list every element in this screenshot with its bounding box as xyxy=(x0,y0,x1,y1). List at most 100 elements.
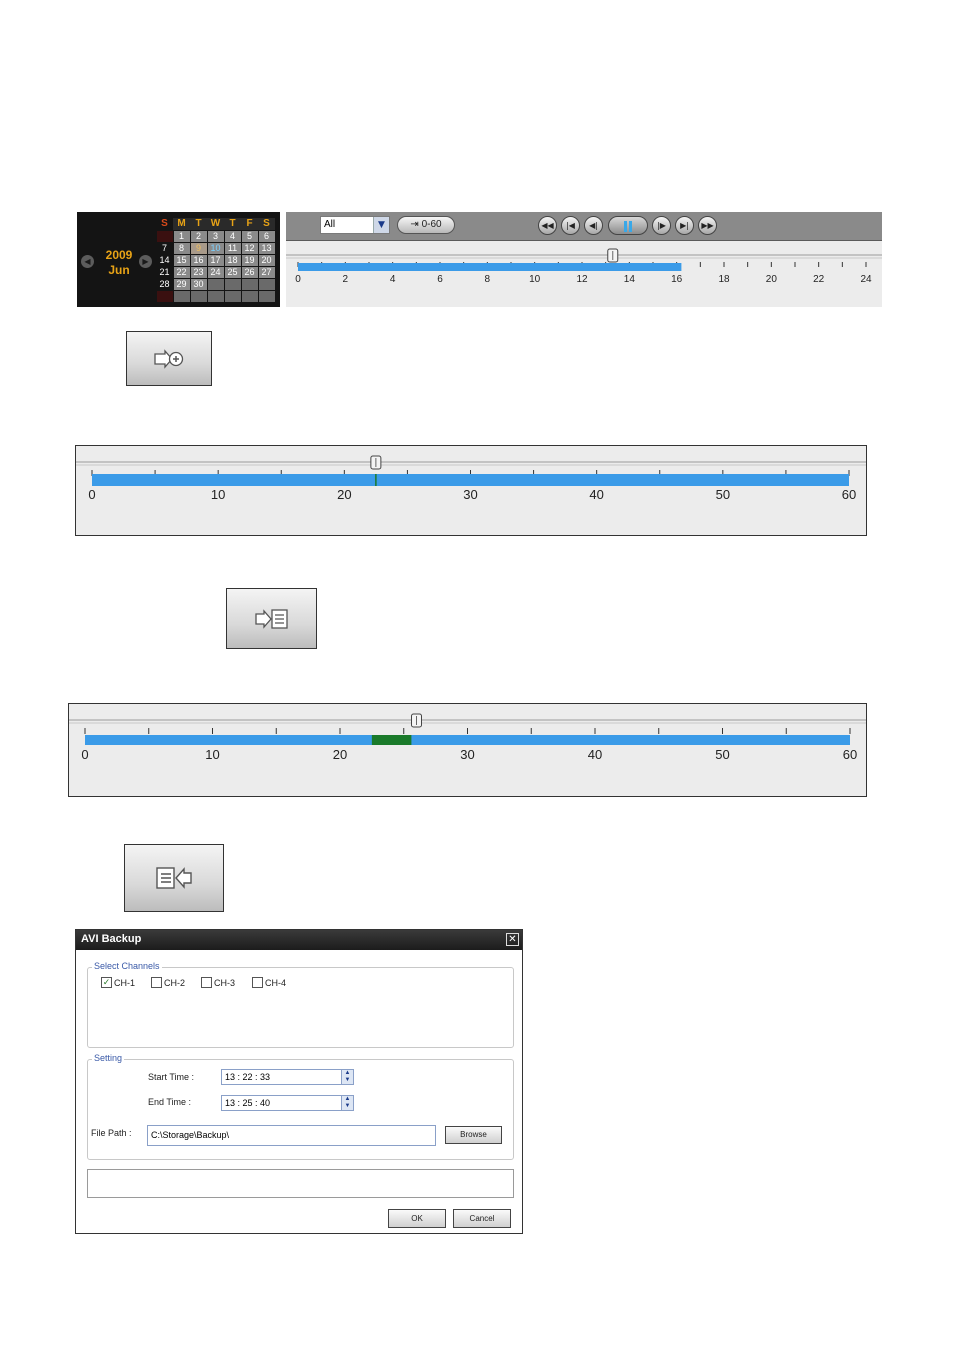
fast-forward-button[interactable]: ▶▶ xyxy=(698,216,717,235)
timeline-label: 10 xyxy=(529,274,541,285)
calendar-day-empty xyxy=(224,278,241,290)
pause-icon xyxy=(624,221,627,232)
backup-button[interactable] xyxy=(124,844,224,912)
end-time-input[interactable]: 13 : 25 : 40 ▲ ▼ xyxy=(221,1095,354,1111)
pause-button[interactable] xyxy=(608,216,648,235)
mark-in-button[interactable] xyxy=(126,331,212,386)
chevron-down-icon[interactable]: ▼ xyxy=(373,217,389,233)
timeline-label: 20 xyxy=(337,487,351,502)
timeline-recorded-bar xyxy=(298,263,682,271)
calendar-day-13[interactable]: 13 xyxy=(258,242,275,254)
calendar-day-14[interactable]: 14 xyxy=(156,254,173,266)
backup-icon xyxy=(156,867,192,889)
calendar-day-18[interactable]: 18 xyxy=(224,254,241,266)
browse-button[interactable]: Browse xyxy=(445,1126,502,1144)
prev-month-icon[interactable]: ◀ xyxy=(81,255,94,268)
calendar-day-29[interactable]: 29 xyxy=(173,278,190,290)
calendar-year: 2009 xyxy=(105,248,133,262)
timeline-label: 0 xyxy=(295,274,301,285)
calendar-day-6[interactable]: 6 xyxy=(258,230,275,242)
weekday-header: S xyxy=(156,218,173,230)
timeline-label: 50 xyxy=(716,487,730,502)
calendar-day-20[interactable]: 20 xyxy=(258,254,275,266)
timeline-a-track[interactable]: 0 10 20 30 40 50 60 xyxy=(76,446,866,535)
calendar-day-empty xyxy=(224,290,241,302)
step-forward-icon: |▶ xyxy=(657,221,666,230)
next-month-icon[interactable]: ▶ xyxy=(139,255,152,268)
calendar-day-23[interactable]: 23 xyxy=(190,266,207,278)
calendar-day-17[interactable]: 17 xyxy=(207,254,224,266)
calendar-day-1[interactable]: 1 xyxy=(173,230,190,242)
calendar-day-empty xyxy=(156,290,173,302)
calendar-day-22[interactable]: 22 xyxy=(173,266,190,278)
calendar-day-5[interactable]: 5 xyxy=(241,230,258,242)
calendar-day-27[interactable]: 27 xyxy=(258,266,275,278)
previous-button[interactable]: |◀ xyxy=(561,216,580,235)
calendar-day-empty xyxy=(258,290,275,302)
mark-out-button[interactable] xyxy=(226,588,317,649)
channel-checkbox-ch3[interactable]: CH-3 xyxy=(201,977,235,989)
calendar-day-10[interactable]: 10 xyxy=(207,242,224,254)
calendar-day-24[interactable]: 24 xyxy=(207,266,224,278)
hour-timeline-a: 0 10 20 30 40 50 60 xyxy=(75,445,867,536)
channel-checkbox-ch4[interactable]: CH-4 xyxy=(252,977,286,989)
ok-button[interactable]: OK xyxy=(388,1209,446,1228)
calendar-day-19[interactable]: 19 xyxy=(241,254,258,266)
timeline-b-track[interactable]: 0 10 20 30 40 50 60 xyxy=(69,704,866,796)
calendar-day-empty xyxy=(173,290,190,302)
calendar-day-2[interactable]: 2 xyxy=(190,230,207,242)
calendar-day-4[interactable]: 4 xyxy=(224,230,241,242)
range-zoom-button[interactable]: ⇥ 0-60 xyxy=(397,216,455,234)
calendar-day-15[interactable]: 15 xyxy=(173,254,190,266)
calendar-day-empty xyxy=(241,278,258,290)
channel-select[interactable]: All ▼ xyxy=(320,216,390,234)
calendar-day-3[interactable]: 3 xyxy=(207,230,224,242)
range-icon: ⇥ xyxy=(410,219,419,230)
calendar-day-26[interactable]: 26 xyxy=(241,266,258,278)
spinner-arrows-icon[interactable]: ▲ ▼ xyxy=(341,1096,353,1110)
channel-checkbox-ch2[interactable]: CH-2 xyxy=(151,977,185,989)
select-channels-label: Select Channels xyxy=(92,961,162,971)
timeline-label: 22 xyxy=(813,274,825,285)
calendar-day-30[interactable]: 30 xyxy=(190,278,207,290)
next-button[interactable]: ▶| xyxy=(675,216,694,235)
timeline-label: 50 xyxy=(715,747,729,762)
step-forward-button[interactable]: |▶ xyxy=(652,216,671,235)
close-icon[interactable]: ✕ xyxy=(506,933,519,946)
calendar-day-12[interactable]: 12 xyxy=(241,242,258,254)
calendar-day-empty xyxy=(258,278,275,290)
file-path-input[interactable]: C:\Storage\Backup\ xyxy=(147,1125,436,1146)
calendar-month: Jun xyxy=(108,263,130,277)
calendar-day-empty xyxy=(156,230,173,242)
cancel-button[interactable]: Cancel xyxy=(453,1209,511,1228)
day-timeline[interactable]: 0 2 4 6 8 10 12 14 16 18 20 22 24 xyxy=(286,242,882,307)
calendar-day-empty xyxy=(207,290,224,302)
calendar-day-28[interactable]: 28 xyxy=(156,278,173,290)
playback-toolbar: All ▼ ⇥ 0-60 ◀◀ |◀ ◀| |▶ ▶| ▶▶ xyxy=(286,212,882,241)
calendar-day-25[interactable]: 25 xyxy=(224,266,241,278)
weekday-header: T xyxy=(224,218,241,230)
calendar-day-empty xyxy=(190,290,207,302)
calendar-day-8[interactable]: 8 xyxy=(173,242,190,254)
calendar-day-16[interactable]: 16 xyxy=(190,254,207,266)
end-time-label: End Time : xyxy=(148,1097,192,1107)
checkbox-icon xyxy=(151,977,162,989)
start-time-input[interactable]: 13 : 22 : 33 ▲ ▼ xyxy=(221,1069,354,1085)
calendar-day-9[interactable]: 9 xyxy=(190,242,207,254)
channel-checkbox-ch1[interactable]: ✓ CH-1 xyxy=(101,977,135,989)
weekday-header: S xyxy=(258,218,275,230)
timeline-label: 0 xyxy=(81,747,88,762)
fast-rewind-button[interactable]: ◀◀ xyxy=(538,216,557,235)
calendar-day-21[interactable]: 21 xyxy=(156,266,173,278)
calendar-day-7[interactable]: 7 xyxy=(156,242,173,254)
playback-panel: All ▼ ⇥ 0-60 ◀◀ |◀ ◀| |▶ ▶| ▶▶ 0 2 4 6 8 10 12… xyxy=(286,212,882,307)
step-back-icon: ◀| xyxy=(589,221,598,230)
step-back-button[interactable]: ◀| xyxy=(584,216,603,235)
spinner-arrows-icon[interactable]: ▲ ▼ xyxy=(341,1070,353,1084)
dialog-title: AVI Backup xyxy=(81,933,142,945)
next-icon: ▶| xyxy=(680,221,689,230)
timeline-label: 20 xyxy=(766,274,778,285)
checkbox-icon xyxy=(201,977,212,989)
calendar-day-empty xyxy=(241,290,258,302)
calendar-day-11[interactable]: 11 xyxy=(224,242,241,254)
